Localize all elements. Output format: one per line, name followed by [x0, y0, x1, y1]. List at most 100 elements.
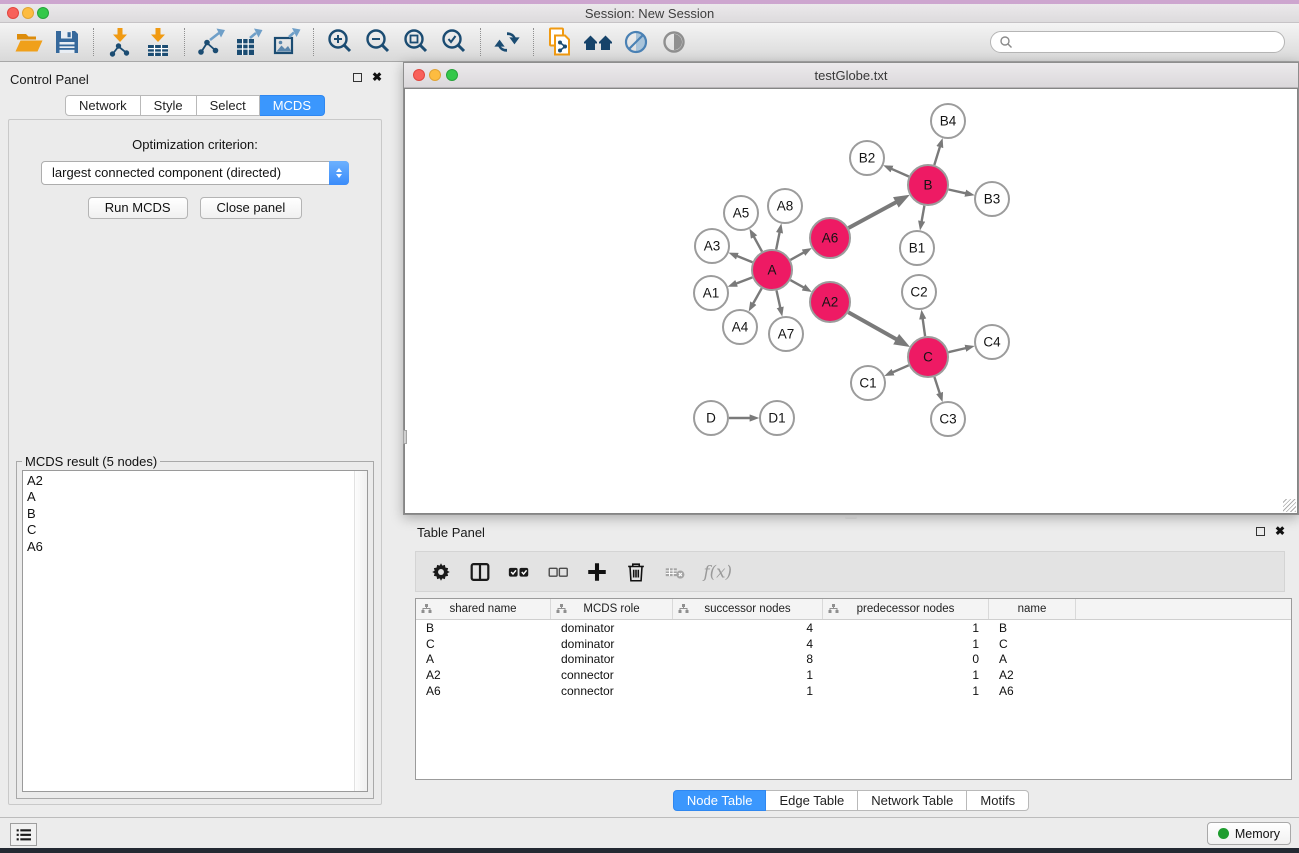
resize-grip-icon[interactable]	[1283, 499, 1296, 512]
tab-motifs[interactable]: Motifs	[967, 790, 1029, 811]
network-node-A2[interactable]: A2	[810, 282, 850, 322]
network-edge-A-A6[interactable]	[790, 252, 804, 260]
network-canvas[interactable]: B4B2BB3A8A5A6A3B1AA1C2A2A4A7C4CC1C3DD1	[404, 88, 1298, 514]
clone-network-button[interactable]	[541, 25, 579, 59]
network-edge-A-A8[interactable]	[776, 232, 780, 250]
network-node-B4[interactable]: B4	[931, 104, 965, 138]
zoom-selected-button[interactable]	[435, 25, 473, 59]
search-box[interactable]	[990, 31, 1285, 53]
mcds-result-item[interactable]: A	[23, 489, 367, 505]
select-all-columns-button[interactable]	[504, 558, 534, 586]
refresh-button[interactable]	[488, 25, 526, 59]
network-edge-B-B3[interactable]	[949, 190, 967, 194]
zoom-in-button[interactable]	[321, 25, 359, 59]
column-header-name[interactable]: name	[989, 599, 1076, 619]
import-network-button[interactable]	[101, 25, 139, 59]
network-node-C[interactable]: C	[908, 337, 948, 377]
zoom-fit-button[interactable]	[397, 25, 435, 59]
close-panel-icon[interactable]: ✖	[372, 71, 382, 83]
split-divider-handle[interactable]	[845, 516, 857, 519]
delete-table-button[interactable]	[660, 558, 690, 586]
tab-network[interactable]: Network	[65, 95, 141, 116]
network-node-D1[interactable]: D1	[760, 401, 794, 435]
network-node-C4[interactable]: C4	[975, 325, 1009, 359]
network-edge-A2-C[interactable]	[848, 312, 897, 340]
table-row[interactable]: A6connector11A6	[416, 683, 1291, 699]
network-edge-B-B2[interactable]	[891, 169, 909, 177]
network-node-A6[interactable]: A6	[810, 218, 850, 258]
float-panel-icon[interactable]	[353, 73, 362, 82]
add-row-button[interactable]	[582, 558, 612, 586]
network-window-titlebar[interactable]: testGlobe.txt	[404, 63, 1298, 88]
network-edge-C-C2[interactable]	[923, 318, 926, 336]
network-node-B2[interactable]: B2	[850, 141, 884, 175]
network-node-A8[interactable]: A8	[768, 189, 802, 223]
network-edge-A-A2[interactable]	[790, 280, 804, 288]
level-of-detail-button[interactable]	[655, 25, 693, 59]
network-node-A5[interactable]: A5	[724, 196, 758, 230]
delete-row-button[interactable]	[621, 558, 651, 586]
network-node-C2[interactable]: C2	[902, 275, 936, 309]
network-node-C3[interactable]: C3	[931, 402, 965, 436]
network-node-A3[interactable]: A3	[695, 229, 729, 263]
open-session-button[interactable]	[10, 25, 48, 59]
export-image-button[interactable]	[268, 25, 306, 59]
graphics-details-button[interactable]	[617, 25, 655, 59]
close-panel-button[interactable]: Close panel	[200, 197, 303, 219]
function-builder-button[interactable]: f(x)	[699, 558, 743, 586]
network-edge-A6-B[interactable]	[849, 202, 898, 228]
network-node-C1[interactable]: C1	[851, 366, 885, 400]
search-input[interactable]	[1018, 35, 1276, 49]
network-edge-C-C1[interactable]	[892, 365, 909, 372]
network-edge-A-A3[interactable]	[737, 256, 753, 262]
frame-left-handle[interactable]	[403, 430, 407, 444]
table-settings-button[interactable]	[426, 558, 456, 586]
show-columns-button[interactable]	[465, 558, 495, 586]
run-mcds-button[interactable]: Run MCDS	[88, 197, 188, 219]
network-node-A7[interactable]: A7	[769, 317, 803, 351]
network-edge-C-C4[interactable]	[948, 348, 966, 352]
export-table-button[interactable]	[230, 25, 268, 59]
network-node-B1[interactable]: B1	[900, 231, 934, 265]
mcds-result-item[interactable]: A6	[23, 539, 367, 555]
network-edge-A-A5[interactable]	[754, 236, 762, 251]
export-network-button[interactable]	[192, 25, 230, 59]
mcds-result-item[interactable]: B	[23, 506, 367, 522]
table-row[interactable]: Cdominator41C	[416, 636, 1291, 652]
table-row[interactable]: A2connector11A2	[416, 667, 1291, 683]
network-edge-C-C3[interactable]	[934, 377, 940, 394]
mcds-result-item[interactable]: C	[23, 522, 367, 538]
network-edge-A-A1[interactable]	[736, 277, 753, 283]
tab-style[interactable]: Style	[141, 95, 197, 116]
close-table-panel-icon[interactable]: ✖	[1275, 525, 1285, 537]
save-session-button[interactable]	[48, 25, 86, 59]
tab-node-table[interactable]: Node Table	[673, 790, 767, 811]
network-edge-B-B1[interactable]	[922, 206, 925, 222]
memory-button[interactable]: Memory	[1207, 822, 1291, 845]
tab-mcds[interactable]: MCDS	[260, 95, 325, 116]
table-row[interactable]: Adominator80A	[416, 652, 1291, 668]
tab-network-table[interactable]: Network Table	[858, 790, 967, 811]
column-header-predecessor-nodes[interactable]: predecessor nodes	[823, 599, 989, 619]
mcds-result-list[interactable]: A2ABCA6	[22, 470, 368, 792]
network-node-A[interactable]: A	[752, 250, 792, 290]
network-edge-A-A7[interactable]	[777, 291, 781, 309]
network-node-B3[interactable]: B3	[975, 182, 1009, 216]
column-header-shared-name[interactable]: shared name	[416, 599, 551, 619]
network-node-D[interactable]: D	[694, 401, 728, 435]
table-row[interactable]: Bdominator41B	[416, 620, 1291, 636]
network-edge-B-B4[interactable]	[934, 146, 940, 165]
network-node-A4[interactable]: A4	[723, 310, 757, 344]
column-header-mcds-role[interactable]: MCDS role	[551, 599, 673, 619]
task-history-button[interactable]	[10, 823, 37, 846]
tab-select[interactable]: Select	[197, 95, 260, 116]
network-edge-A-A4[interactable]	[753, 288, 762, 304]
float-table-panel-icon[interactable]	[1256, 527, 1265, 536]
criterion-select[interactable]: largest connected component (directed)	[41, 161, 349, 185]
zoom-out-button[interactable]	[359, 25, 397, 59]
unselect-all-columns-button[interactable]	[543, 558, 573, 586]
network-node-A1[interactable]: A1	[694, 276, 728, 310]
mcds-result-item[interactable]: A2	[23, 473, 367, 489]
tab-edge-table[interactable]: Edge Table	[766, 790, 858, 811]
import-table-button[interactable]	[139, 25, 177, 59]
